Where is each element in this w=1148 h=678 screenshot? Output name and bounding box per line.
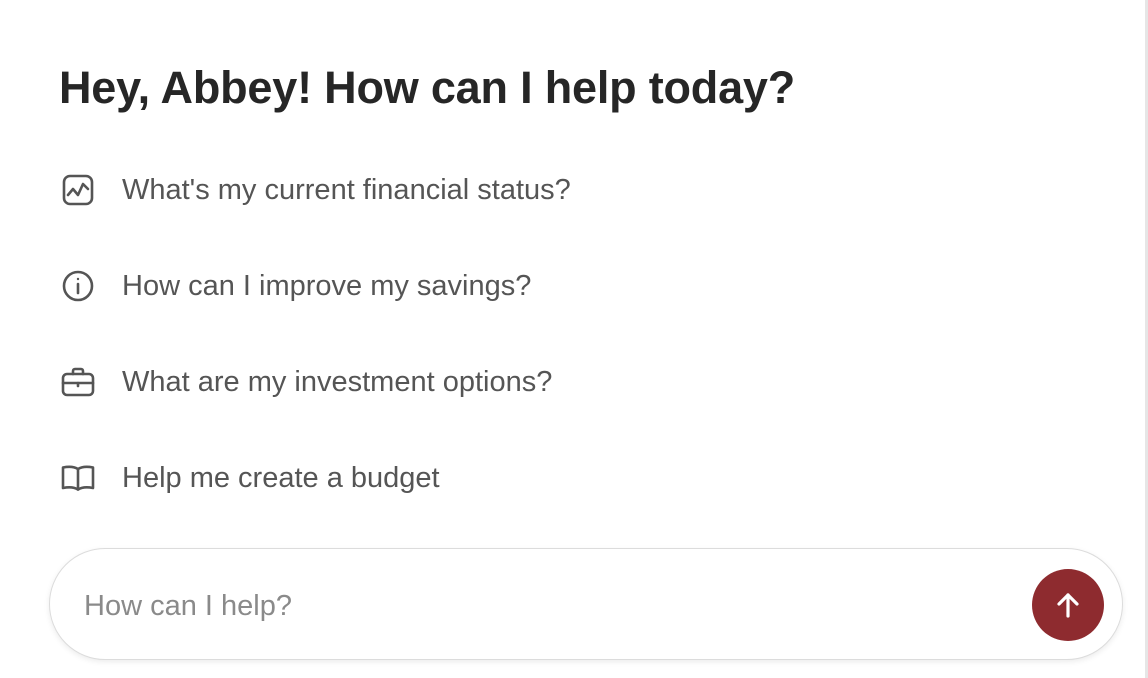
chat-welcome-panel: Hey, Abbey! How can I help today? What's… xyxy=(0,0,1145,678)
suggestion-create-budget[interactable]: Help me create a budget xyxy=(59,458,440,498)
briefcase-icon xyxy=(59,363,97,401)
suggestion-label: How can I improve my savings? xyxy=(122,269,532,302)
send-button[interactable] xyxy=(1032,569,1104,641)
info-icon xyxy=(59,267,97,305)
suggestion-improve-savings[interactable]: How can I improve my savings? xyxy=(59,266,531,306)
chat-input-bar xyxy=(49,548,1123,660)
suggestion-label: What's my current financial status? xyxy=(122,173,571,206)
suggestion-financial-status[interactable]: What's my current financial status? xyxy=(59,170,571,210)
arrow-up-icon xyxy=(1053,590,1083,620)
greeting-title: Hey, Abbey! How can I help today? xyxy=(59,62,796,113)
chart-icon xyxy=(59,171,97,209)
suggestion-label: Help me create a budget xyxy=(122,461,440,494)
suggestion-investment-options[interactable]: What are my investment options? xyxy=(59,362,552,402)
suggestion-label: What are my investment options? xyxy=(122,365,553,398)
book-icon xyxy=(59,459,97,497)
chat-input[interactable] xyxy=(82,577,1016,635)
